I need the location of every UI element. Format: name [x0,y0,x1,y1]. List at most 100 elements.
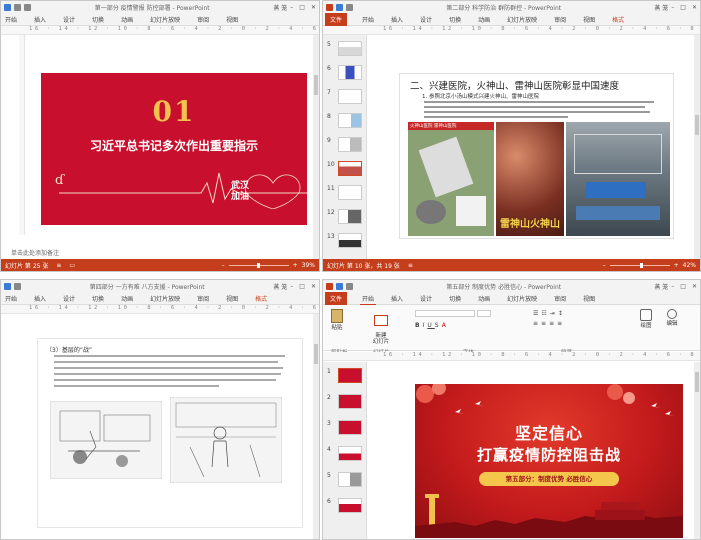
tab-file[interactable]: 文件 [325,13,348,26]
notes-button[interactable]: ≡ [408,262,413,269]
scroll-thumb[interactable] [314,344,318,364]
maximize-icon[interactable]: □ [299,4,305,11]
tab-review[interactable]: 审阅 [552,293,568,304]
tab-view[interactable]: 视图 [224,14,240,25]
zoom-level[interactable]: 42% [683,262,696,269]
close-icon[interactable]: ✕ [692,283,697,290]
font-color-icon[interactable]: A [442,322,449,329]
thumbnail-slide[interactable]: 2 [327,394,363,413]
tab-view[interactable]: 视图 [581,14,597,25]
numbering-icon[interactable]: ☷ [541,310,549,317]
thumbnail-slide[interactable]: 12 [327,209,363,228]
user-name[interactable]: 蒸 笼 [273,282,287,291]
redo-icon[interactable] [24,4,31,11]
justify-icon[interactable]: ≡ [557,320,565,327]
user-name[interactable]: 蒸 笼 [654,3,668,12]
tab-review[interactable]: 审阅 [195,293,211,304]
tab-insert[interactable]: 插入 [389,293,405,304]
tab-animations[interactable]: 动画 [119,14,135,25]
thumbnail-slide[interactable]: 5 [327,472,363,491]
minimize-icon[interactable]: – [290,4,293,11]
strikethrough-icon[interactable]: S [435,322,442,329]
undo-icon[interactable] [346,283,353,290]
undo-icon[interactable] [14,4,21,11]
tab-file[interactable]: 文件 [325,292,348,305]
align-left-icon[interactable]: ≡ [533,320,541,327]
tab-animations[interactable]: 动画 [119,293,135,304]
tab-slideshow[interactable]: 幻灯片放映 [148,293,182,304]
indent-icon[interactable]: ⇥ [550,310,558,317]
maximize-icon[interactable]: □ [680,283,686,290]
maximize-icon[interactable]: □ [680,4,686,11]
undo-icon[interactable] [346,4,353,11]
tab-view[interactable]: 视图 [224,293,240,304]
thumbnail-slide-selected[interactable]: 1 [327,368,363,387]
tab-transitions[interactable]: 切换 [447,293,463,304]
undo-icon[interactable] [14,283,21,290]
tab-insert[interactable]: 插入 [32,293,48,304]
tab-transitions[interactable]: 切换 [90,14,106,25]
tab-slideshow[interactable]: 幻灯片放映 [505,293,539,304]
tab-home[interactable]: 开始 [360,14,376,25]
save-icon[interactable] [4,4,11,11]
tab-review[interactable]: 审阅 [195,14,211,25]
tab-insert[interactable]: 插入 [389,14,405,25]
notes-button[interactable]: ≡ [56,262,61,269]
maximize-icon[interactable]: □ [299,283,305,290]
notes-placeholder[interactable]: 单击此处添加备注 [11,248,59,257]
tab-transitions[interactable]: 切换 [447,14,463,25]
zoom-level[interactable]: 39% [302,262,315,269]
tab-design[interactable]: 设计 [61,14,77,25]
thumbnail-slide[interactable]: 3 [327,420,363,439]
tab-animations[interactable]: 动画 [476,14,492,25]
thumbnail-slide[interactable]: 4 [327,446,363,465]
scroll-thumb[interactable] [695,115,699,135]
align-right-icon[interactable]: ≡ [549,320,557,327]
tab-home[interactable]: 开始 [3,293,19,304]
save-icon[interactable] [4,283,11,290]
comments-button[interactable]: ▭ [69,262,75,269]
vertical-scrollbar[interactable] [313,314,319,539]
align-center-icon[interactable]: ≡ [541,320,549,327]
zoom-out-button[interactable]: – [603,262,606,269]
drawing-button[interactable]: 绘图 [637,309,655,329]
thumbnail-slide-selected[interactable]: 10 [327,161,363,180]
thumbnail-slide[interactable]: 5 [327,41,363,60]
slide-canvas[interactable]: （3）基层的“战” [37,338,303,528]
vertical-scrollbar[interactable] [313,35,319,259]
minimize-icon[interactable]: – [671,4,674,11]
editing-button[interactable]: 编辑 [663,309,681,327]
thumbnail-slide[interactable]: 9 [327,137,363,156]
thumbnail-slide[interactable]: 13 [327,233,363,252]
slide-canvas[interactable]: 二、兴建医院，火神山、雷神山医院彰显中国速度 1. 参照北京小汤山模式兴建火神山… [399,73,674,239]
zoom-in-button[interactable]: + [293,262,298,269]
underline-icon[interactable]: U [427,322,434,329]
thumbnail-slide[interactable]: 6 [327,65,363,84]
tab-slideshow[interactable]: 幻灯片放映 [148,14,182,25]
zoom-slider[interactable] [228,262,289,268]
tab-animations[interactable]: 动画 [476,293,492,304]
tab-insert[interactable]: 插入 [32,14,48,25]
zoom-out-button[interactable]: – [222,262,225,269]
line-spacing-icon[interactable]: ↕ [558,310,566,317]
minimize-icon[interactable]: – [290,283,293,290]
thumbnail-slide[interactable]: 11 [327,185,363,204]
close-icon[interactable]: ✕ [311,4,316,11]
tab-format[interactable]: 格式 [610,14,626,25]
user-name[interactable]: 蒸 笼 [273,3,287,12]
font-name-box[interactable] [415,310,475,317]
new-slide-button[interactable]: 新建 幻灯片 [369,309,393,345]
scroll-thumb[interactable] [314,75,318,95]
tab-design[interactable]: 设计 [61,293,77,304]
paste-button[interactable]: 粘贴 [329,309,345,335]
close-icon[interactable]: ✕ [692,4,697,11]
slide-canvas[interactable]: 坚定信心 打赢疫情防控阻击战 第五部分：制度优势 必胜信心 [415,384,683,538]
zoom-in-button[interactable]: + [674,262,679,269]
minimize-icon[interactable]: – [671,283,674,290]
tab-review[interactable]: 审阅 [552,14,568,25]
tab-home[interactable]: 开始 [3,14,19,25]
vertical-scrollbar[interactable] [694,362,700,539]
tab-view[interactable]: 视图 [581,293,597,304]
thumbnail-slide[interactable]: 7 [327,89,363,108]
tab-home[interactable]: 开始 [360,293,377,305]
